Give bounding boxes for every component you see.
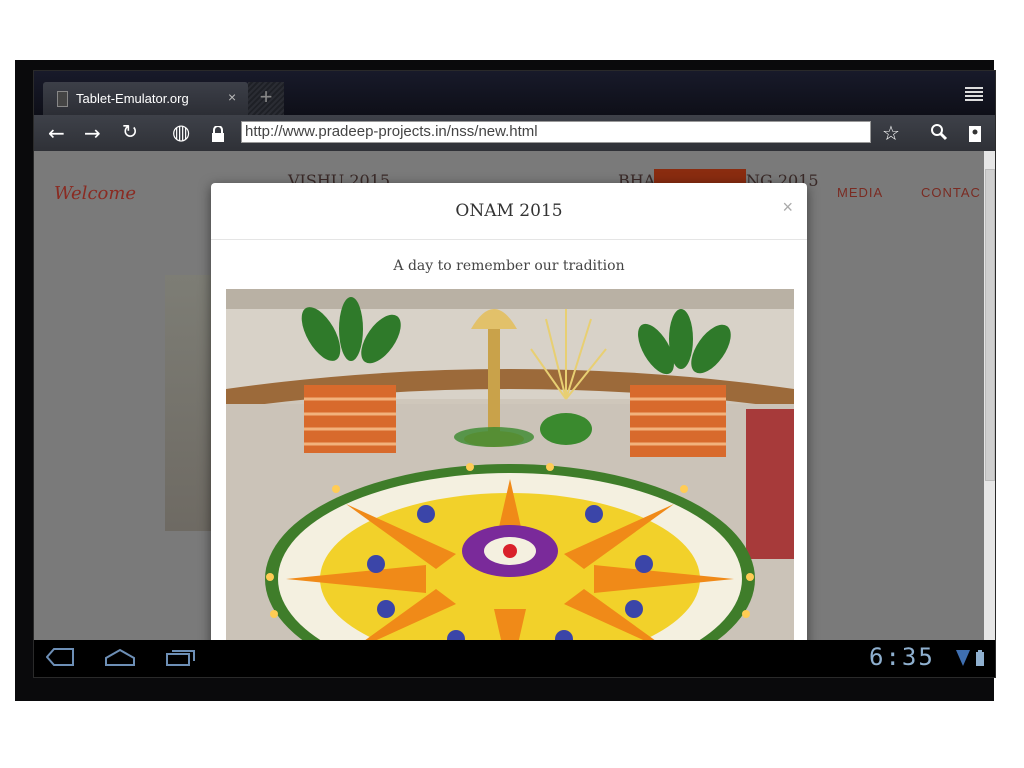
page-viewport: Welcome VISHU 2015 BHA NG 2015 MEDIA CON… xyxy=(34,151,984,640)
tab-close-icon[interactable]: × xyxy=(228,89,236,105)
globe-icon: ◍ xyxy=(172,120,191,144)
nav-welcome[interactable]: Welcome xyxy=(54,183,136,204)
page-scrollbar[interactable] xyxy=(984,151,995,640)
close-icon[interactable]: × xyxy=(782,197,793,218)
new-tab-button[interactable]: + xyxy=(248,82,284,115)
reload-icon[interactable]: ↻ xyxy=(122,121,138,143)
search-icon[interactable] xyxy=(930,122,948,146)
tab-favicon-icon xyxy=(57,91,68,107)
nav-contact[interactable]: CONTAC xyxy=(921,185,981,200)
modal-header: ONAM 2015 × xyxy=(211,183,807,240)
background-photo xyxy=(165,275,215,531)
url-input[interactable]: http://www.pradeep-projects.in/nss/new.h… xyxy=(241,121,871,143)
modal-subtitle: A day to remember our tradition xyxy=(393,258,625,274)
bookmark-icon[interactable] xyxy=(969,123,981,147)
nav-media[interactable]: MEDIA xyxy=(837,185,883,200)
status-clock: 6:35 xyxy=(869,643,935,671)
system-bar: 6:35 xyxy=(34,640,995,677)
back-arrow-icon[interactable]: ← xyxy=(48,121,65,145)
home-icon[interactable] xyxy=(104,648,136,671)
browser-tab[interactable]: Tablet-Emulator.org × xyxy=(43,82,248,115)
menu-icon[interactable] xyxy=(965,85,983,103)
wifi-icon xyxy=(956,650,970,671)
modal-title: ONAM 2015 xyxy=(455,201,563,221)
tablet-screen: Tablet-Emulator.org × + ← → ↻ ◍ ☆ http:/… xyxy=(33,70,996,678)
scrollbar-thumb[interactable] xyxy=(985,169,995,481)
recent-apps-icon[interactable] xyxy=(166,648,196,671)
tab-title: Tablet-Emulator.org xyxy=(76,91,189,106)
nav-back-icon[interactable] xyxy=(45,648,74,671)
battery-icon xyxy=(976,650,984,671)
star-icon[interactable]: ☆ xyxy=(882,121,900,145)
onam-pookalam-photo xyxy=(226,289,794,640)
tab-bar: Tablet-Emulator.org × + xyxy=(34,71,995,115)
photo-modal: ONAM 2015 × A day to remember our tradit… xyxy=(211,183,807,640)
lock-icon xyxy=(211,123,225,147)
forward-arrow-icon[interactable]: → xyxy=(84,121,101,145)
